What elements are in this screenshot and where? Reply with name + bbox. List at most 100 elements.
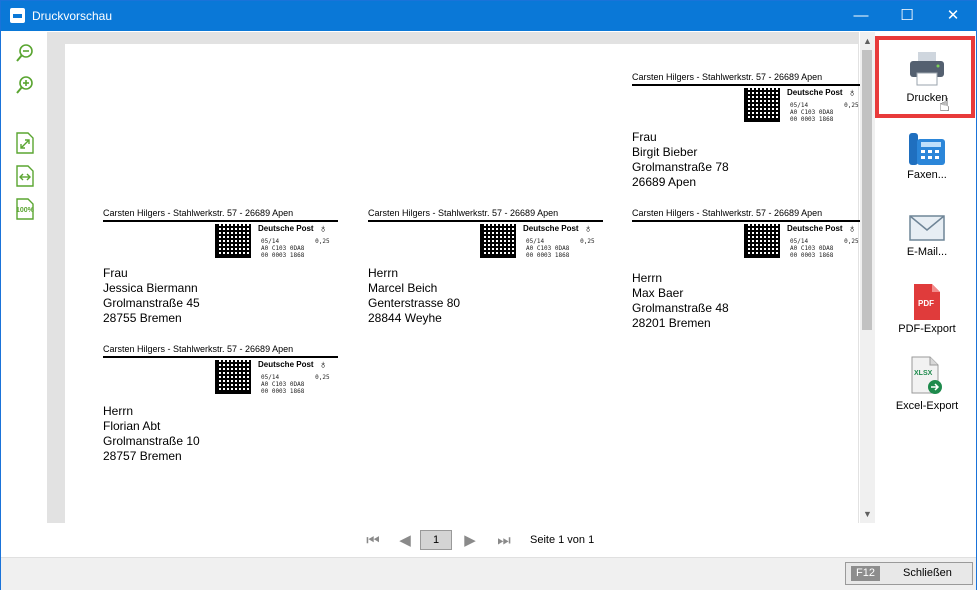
city: 28757 Bremen <box>103 449 182 463</box>
salutation: Frau <box>103 266 128 280</box>
post-horn-icon: ♁ <box>319 359 328 371</box>
salutation: Herrn <box>368 266 399 280</box>
recipient-name: Florian Abt <box>103 419 161 433</box>
scroll-thumb[interactable] <box>862 50 872 330</box>
fax-label: Faxen... <box>907 169 947 181</box>
address-label: Carsten Hilgers - Stahlwerkstr. 57 - 266… <box>632 71 872 190</box>
zoom-100-text: 100% <box>16 207 34 214</box>
shortcut-key-badge: F12 <box>851 566 880 581</box>
recipient-address: Herrn Marcel Beich Genterstrasse 80 2884… <box>368 266 608 326</box>
hand-cursor-icon: ☝ <box>939 95 950 115</box>
city: 28755 Bremen <box>103 311 182 325</box>
print-label: Drucken <box>906 92 948 104</box>
zoom-in-icon[interactable] <box>13 74 37 98</box>
window-title: Druckvorschau <box>32 9 113 23</box>
address-label: Carsten Hilgers - Stahlwerkstr. 57 - 266… <box>103 207 343 326</box>
status-bar <box>1 557 976 590</box>
sender-line: Carsten Hilgers - Stahlwerkstr. 57 - 266… <box>368 208 559 218</box>
post-horn-icon: ♁ <box>848 223 857 235</box>
datamatrix-code <box>215 360 251 394</box>
street: Genterstrasse 80 <box>368 296 461 310</box>
recipient-address: Herrn Florian Abt Grolmanstraße 10 28757… <box>103 404 343 464</box>
street: Grolmanstraße 78 <box>632 160 729 174</box>
post-horn-icon: ♁ <box>584 223 593 235</box>
app-icon <box>10 8 25 23</box>
post-horn-icon: ♁ <box>848 87 857 99</box>
minimize-button[interactable]: — <box>838 1 884 31</box>
city: 26689 Apen <box>632 175 697 189</box>
recipient-address: Herrn Max Baer Grolmanstraße 48 28201 Br… <box>632 271 872 331</box>
sender-line: Carsten Hilgers - Stahlwerkstr. 57 - 266… <box>103 208 294 218</box>
street: Grolmanstraße 10 <box>103 434 200 448</box>
close-label: Schließen <box>903 567 952 579</box>
excel-export-label: Excel-Export <box>895 400 959 412</box>
city: 28201 Bremen <box>632 316 711 330</box>
address-label: Carsten Hilgers - Stahlwerkstr. 57 - 266… <box>632 207 872 331</box>
brand-text: Deutsche Post <box>787 224 843 233</box>
email-label: E-Mail... <box>906 246 948 258</box>
street: Grolmanstraße 45 <box>103 296 200 310</box>
brand-text: Deutsche Post <box>258 224 314 233</box>
address-label: Carsten Hilgers - Stahlwerkstr. 57 - 266… <box>368 207 608 326</box>
maximize-button[interactable]: ☐ <box>884 1 930 31</box>
salutation: Frau <box>632 130 657 144</box>
recipient-address: Frau Birgit Bieber Grolmanstraße 78 2668… <box>632 130 872 190</box>
brand-text: Deutsche Post <box>787 88 843 97</box>
postage-codes: 05/14 0,25 A0 C103 0DA8 00 0003 1868 <box>790 102 859 123</box>
title-bar: Druckvorschau — ☐ ✕ <box>1 1 976 31</box>
brand-text: Deutsche Post <box>258 360 314 369</box>
last-page-icon[interactable]: ⏭ <box>494 531 514 551</box>
brand-text: Deutsche Post <box>523 224 579 233</box>
print-button[interactable]: Drucken ☝ <box>881 47 973 115</box>
recipient-name: Birgit Bieber <box>632 145 698 159</box>
envelope-icon <box>909 215 945 241</box>
scroll-down-icon[interactable]: ▼ <box>862 509 873 520</box>
close-window-button[interactable]: ✕ <box>930 1 976 31</box>
next-page-icon[interactable]: ▶ <box>460 531 480 551</box>
postage-stamp: Deutsche Post ♁ 05/14 0,25 A0 C103 0DA8 … <box>103 222 338 260</box>
sender-line: Carsten Hilgers - Stahlwerkstr. 57 - 266… <box>632 208 823 218</box>
scroll-up-icon[interactable]: ▲ <box>862 36 873 47</box>
excel-export-button[interactable]: XLSX Excel-Export <box>881 356 973 414</box>
postage-stamp: Deutsche Post ♁ 05/14 0,25 A0 C103 0DA8 … <box>103 358 338 396</box>
sender-line: Carsten Hilgers - Stahlwerkstr. 57 - 266… <box>103 344 294 354</box>
sender-line: Carsten Hilgers - Stahlwerkstr. 57 - 266… <box>632 72 823 82</box>
postage-stamp: Deutsche Post ♁ 05/14 0,25 A0 C103 0DA8 … <box>368 222 603 260</box>
datamatrix-code <box>480 224 516 258</box>
pdf-icon-text: PDF <box>918 299 934 308</box>
recipient-name: Jessica Biermann <box>103 281 198 295</box>
postage-codes: 05/14 0,25 A0 C103 0DA8 00 0003 1868 <box>261 238 330 259</box>
recipient-address: Frau Jessica Biermann Grolmanstraße 45 2… <box>103 266 343 326</box>
fit-width-icon[interactable] <box>13 164 37 188</box>
page-info: Seite 1 von 1 <box>530 534 595 546</box>
printer-icon <box>910 52 944 86</box>
zoom-100-icon[interactable]: 100% <box>13 197 37 221</box>
postage-stamp: Deutsche Post ♁ 05/14 0,25 A0 C103 0DA8 … <box>632 86 867 124</box>
postage-codes: 05/14 0,25 A0 C103 0DA8 00 0003 1868 <box>790 238 859 259</box>
postage-codes: 05/14 0,25 A0 C103 0DA8 00 0003 1868 <box>526 238 595 259</box>
address-label: Carsten Hilgers - Stahlwerkstr. 57 - 266… <box>103 343 343 464</box>
salutation: Herrn <box>103 404 134 418</box>
close-button[interactable]: F12 Schließen <box>845 562 973 585</box>
postage-stamp: Deutsche Post ♁ 05/14 0,25 A0 C103 0DA8 … <box>632 222 867 260</box>
post-horn-icon: ♁ <box>319 223 328 235</box>
page-number-input[interactable]: 1 <box>420 530 452 550</box>
city: 28844 Weyhe <box>368 311 442 325</box>
previous-page-icon[interactable]: ◀ <box>395 531 415 551</box>
salutation: Herrn <box>632 271 663 285</box>
recipient-name: Marcel Beich <box>368 281 438 295</box>
street: Grolmanstraße 48 <box>632 301 729 315</box>
pdf-export-button[interactable]: PDF PDF-Export <box>881 283 973 335</box>
postage-codes: 05/14 0,25 A0 C103 0DA8 00 0003 1868 <box>261 374 330 395</box>
fax-icon <box>909 133 945 165</box>
first-page-icon[interactable]: ⏮ <box>363 531 383 551</box>
datamatrix-code <box>744 224 780 258</box>
print-preview-window: Druckvorschau — ☐ ✕ 100% Carsten Hilgers… <box>0 0 977 590</box>
xlsx-icon-text: XLSX <box>914 370 933 377</box>
fit-page-icon[interactable] <box>13 131 37 155</box>
zoom-out-icon[interactable] <box>13 42 37 66</box>
fax-button[interactable]: Faxen... <box>881 131 973 185</box>
vertical-scrollbar[interactable]: ▲ ▼ <box>860 32 875 523</box>
datamatrix-code <box>744 88 780 122</box>
email-button[interactable]: E-Mail... <box>881 213 973 261</box>
